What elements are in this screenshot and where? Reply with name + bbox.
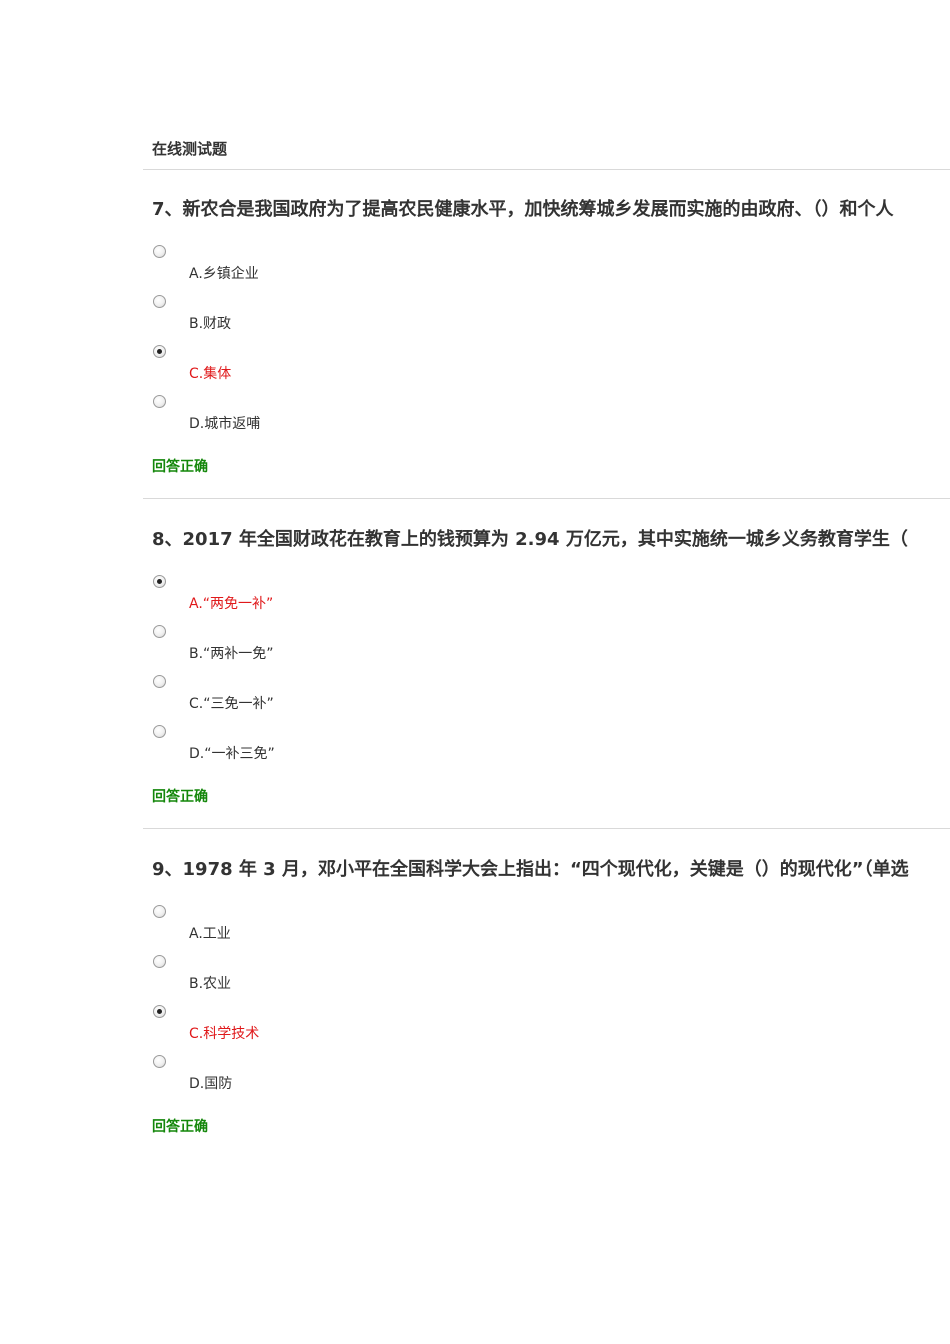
option-a-radio[interactable] [153, 575, 166, 588]
option-c-radio[interactable] [153, 1005, 166, 1018]
divider [143, 828, 950, 829]
quiz-page: 在线测试题 7、新农合是我国政府为了提高农民健康水平，加快统筹城乡发展而实施的由… [0, 0, 950, 1344]
option-a-radio[interactable] [153, 245, 166, 258]
question-title: 9、1978 年 3 月，邓小平在全国科学大会上指出：“四个现代化，关键是（）的… [152, 859, 909, 880]
option-b-label: B.财政 [189, 316, 232, 332]
option-a-label: A.乡镇企业 [189, 266, 259, 282]
option-c-label: C.科学技术 [189, 1026, 260, 1042]
result-status: 回答正确 [152, 459, 208, 475]
option-b-radio[interactable] [153, 295, 166, 308]
option-a-label: A.工业 [189, 926, 231, 942]
option-c-label: C.“三免一补” [189, 696, 274, 712]
option-d-label: D.国防 [189, 1076, 233, 1092]
option-d-label: D.城市返哺 [189, 416, 261, 432]
option-c-label: C.集体 [189, 366, 232, 382]
result-status: 回答正确 [152, 789, 208, 805]
option-d-radio[interactable] [153, 395, 166, 408]
question-8: 8、2017 年全国财政花在教育上的钱预算为 2.94 万亿元，其中实施统一城乡… [152, 525, 950, 855]
divider [143, 498, 950, 499]
result-status: 回答正确 [152, 1119, 208, 1135]
divider [143, 169, 950, 170]
option-d-radio[interactable] [153, 1055, 166, 1068]
option-b-label: B.农业 [189, 976, 232, 992]
option-b-radio[interactable] [153, 625, 166, 638]
question-title: 7、新农合是我国政府为了提高农民健康水平，加快统筹城乡发展而实施的由政府、（）和… [152, 199, 894, 220]
page-title: 在线测试题 [152, 140, 228, 158]
option-b-radio[interactable] [153, 955, 166, 968]
question-7: 7、新农合是我国政府为了提高农民健康水平，加快统筹城乡发展而实施的由政府、（）和… [152, 195, 950, 525]
option-a-label: A.“两免一补” [189, 596, 274, 612]
option-a-radio[interactable] [153, 905, 166, 918]
option-b-label: B.“两补一免” [189, 646, 274, 662]
option-d-label: D.“一补三免” [189, 746, 275, 762]
question-9: 9、1978 年 3 月，邓小平在全国科学大会上指出：“四个现代化，关键是（）的… [152, 855, 950, 1185]
option-c-radio[interactable] [153, 675, 166, 688]
option-c-radio[interactable] [153, 345, 166, 358]
question-title: 8、2017 年全国财政花在教育上的钱预算为 2.94 万亿元，其中实施统一城乡… [152, 529, 908, 550]
option-d-radio[interactable] [153, 725, 166, 738]
